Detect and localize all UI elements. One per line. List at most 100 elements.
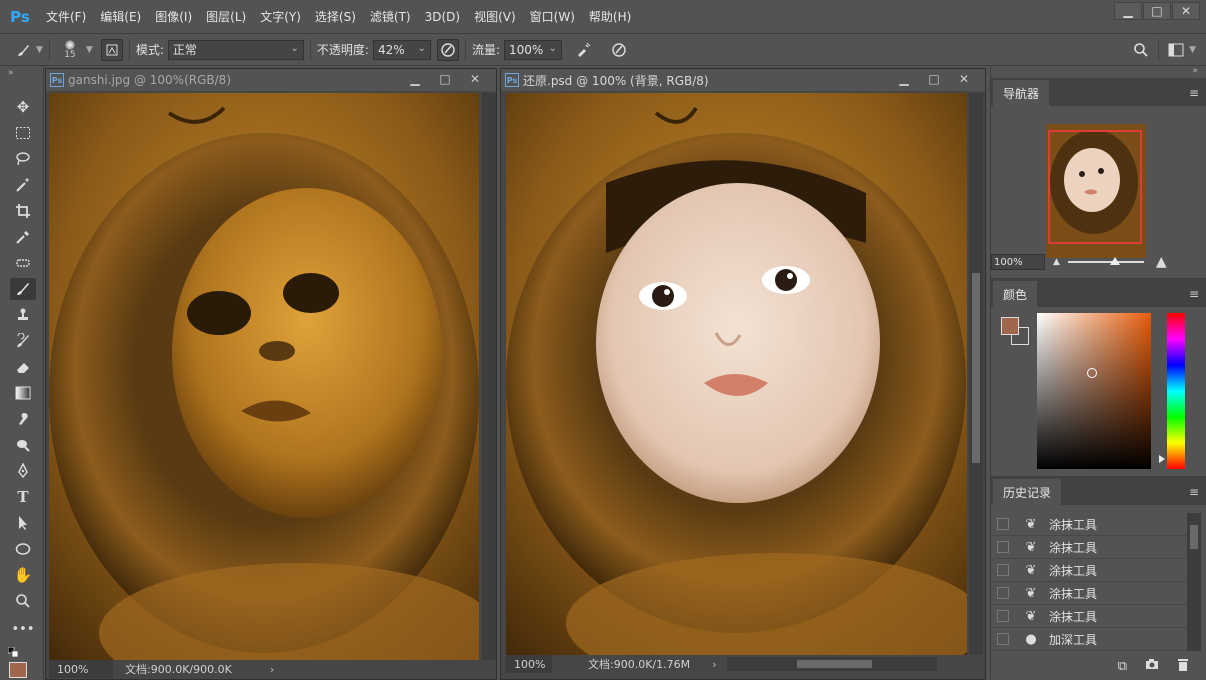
history-brush-icon[interactable] <box>10 330 36 352</box>
pressure-opacity-icon[interactable] <box>436 38 459 61</box>
history-item[interactable]: ❦ 涂抹工具 <box>991 536 1187 559</box>
minimize-document-button[interactable]: ▁ <box>400 71 430 87</box>
document-canvas[interactable] <box>506 93 967 655</box>
history-snapshot-checkbox[interactable] <box>997 518 1009 530</box>
magic-wand-icon[interactable] <box>10 174 36 196</box>
document-titlebar[interactable]: Ps ganshi.jpg @ 100%(RGB/8) ▁ □ ✕ <box>46 69 496 91</box>
eyedropper-icon[interactable] <box>10 226 36 248</box>
close-document-button[interactable]: ✕ <box>949 71 979 87</box>
close-document-button[interactable]: ✕ <box>460 71 490 87</box>
navigator-zoom-input[interactable]: 100% <box>991 254 1045 270</box>
menu-window[interactable]: 窗口(W) <box>523 8 582 25</box>
close-button[interactable]: ✕ <box>1172 2 1200 20</box>
new-document-from-state-icon[interactable]: ⧉ <box>1118 659 1127 674</box>
document-scrollbar[interactable] <box>482 93 496 661</box>
maximize-button[interactable]: □ <box>1143 2 1171 20</box>
color-picker-cursor[interactable] <box>1087 368 1097 378</box>
move-tool-icon[interactable]: ✥ <box>10 96 36 118</box>
type-tool-icon[interactable]: T <box>10 486 36 508</box>
menu-select[interactable]: 选择(S) <box>308 8 363 25</box>
minimize-button[interactable]: ▁ <box>1114 2 1142 20</box>
brush-panel-toggle-icon[interactable] <box>100 38 123 61</box>
zoom-level[interactable]: 100% <box>49 660 113 678</box>
history-item[interactable]: ❦ 涂抹工具 <box>991 605 1187 628</box>
default-colors-icon[interactable] <box>7 646 19 658</box>
toolbar-collapse-icon[interactable]: » <box>8 68 14 78</box>
brush-tool-preset-icon[interactable] <box>12 39 34 61</box>
tab-history[interactable]: 历史记录 <box>993 479 1062 505</box>
path-selection-icon[interactable] <box>10 512 36 534</box>
workspace-switcher-icon[interactable] <box>1165 39 1187 61</box>
history-snapshot-checkbox[interactable] <box>997 587 1009 599</box>
slider-handle[interactable] <box>1109 257 1120 265</box>
document-canvas[interactable] <box>49 93 479 661</box>
history-snapshot-checkbox[interactable] <box>997 564 1009 576</box>
eraser-icon[interactable] <box>10 356 36 378</box>
history-item[interactable]: ● 加深工具 <box>991 628 1187 651</box>
camera-snapshot-icon[interactable] <box>1145 658 1159 674</box>
healing-brush-icon[interactable] <box>10 252 36 274</box>
search-icon[interactable] <box>1130 39 1152 61</box>
status-menu-icon[interactable]: › <box>712 658 716 671</box>
scrollbar-thumb[interactable] <box>1190 525 1198 549</box>
minimize-document-button[interactable]: ▁ <box>889 71 919 87</box>
pressure-size-icon[interactable] <box>608 39 630 61</box>
menu-edit[interactable]: 编辑(E) <box>93 8 148 25</box>
brush-preset-picker[interactable]: 15 <box>56 36 84 64</box>
more-tools-icon[interactable]: ••• <box>10 618 36 640</box>
document-titlebar[interactable]: Ps 还原.psd @ 100% (背景, RGB/8) ▁ □ ✕ <box>501 69 985 91</box>
marquee-tool-icon[interactable] <box>10 122 36 144</box>
flow-input[interactable]: 100% ⌄ <box>503 39 562 60</box>
smudge-tool-icon[interactable] <box>10 408 36 430</box>
hand-tool-icon[interactable]: ✋ <box>10 564 36 586</box>
zoom-level[interactable]: 100% <box>506 655 552 673</box>
mode-select[interactable]: 正常 ⌄ <box>167 39 304 60</box>
panel-menu-icon[interactable]: ≡ <box>1189 86 1199 100</box>
burn-tool-icon[interactable] <box>10 434 36 456</box>
history-snapshot-checkbox[interactable] <box>997 541 1009 553</box>
panel-menu-icon[interactable]: ≡ <box>1189 287 1199 301</box>
zoom-in-icon[interactable]: ▲ <box>1156 254 1167 270</box>
trash-icon[interactable] <box>1177 658 1189 675</box>
scrollbar-thumb[interactable] <box>972 273 980 463</box>
menu-file[interactable]: 文件(F) <box>39 8 93 25</box>
airbrush-icon[interactable] <box>572 39 594 61</box>
status-menu-icon[interactable]: › <box>270 663 274 676</box>
ellipse-tool-icon[interactable] <box>10 538 36 560</box>
navigator-thumbnail[interactable] <box>1046 124 1146 258</box>
lasso-tool-icon[interactable] <box>10 148 36 170</box>
history-scrollbar[interactable] <box>1187 513 1201 651</box>
history-snapshot-checkbox[interactable] <box>997 610 1009 622</box>
menu-type[interactable]: 文字(Y) <box>253 8 308 25</box>
hue-slider[interactable] <box>1159 313 1185 469</box>
document-scrollbar[interactable] <box>969 93 983 655</box>
crop-tool-icon[interactable] <box>10 200 36 222</box>
hue-slider-handle[interactable] <box>1159 455 1165 463</box>
clone-stamp-icon[interactable] <box>10 304 36 326</box>
panel-menu-icon[interactable]: ≡ <box>1189 485 1199 499</box>
menu-filter[interactable]: 滤镜(T) <box>363 8 418 25</box>
history-item[interactable]: ❦ 涂抹工具 <box>991 513 1187 536</box>
history-item[interactable]: ❦ 涂抹工具 <box>991 559 1187 582</box>
zoom-tool-icon[interactable] <box>10 590 36 612</box>
brush-tool-icon[interactable] <box>10 278 36 300</box>
maximize-document-button[interactable]: □ <box>430 71 460 87</box>
menu-help[interactable]: 帮助(H) <box>582 8 638 25</box>
foreground-swatch[interactable] <box>1001 317 1019 335</box>
zoom-out-icon[interactable]: ▲ <box>1053 257 1060 267</box>
opacity-input[interactable]: 42% ⌄ <box>372 39 431 60</box>
scrollbar-thumb[interactable] <box>796 660 872 668</box>
history-snapshot-checkbox[interactable] <box>997 633 1009 645</box>
history-item[interactable]: ❦ 涂抹工具 <box>991 582 1187 605</box>
navigator-zoom-slider[interactable] <box>1067 257 1144 265</box>
menu-image[interactable]: 图像(I) <box>148 8 199 25</box>
menu-layer[interactable]: 图层(L) <box>199 8 253 25</box>
gradient-tool-icon[interactable] <box>10 382 36 404</box>
tab-color[interactable]: 颜色 <box>993 281 1038 307</box>
tab-navigator[interactable]: 导航器 <box>993 80 1050 106</box>
foreground-color-swatch[interactable] <box>9 662 27 678</box>
menu-view[interactable]: 视图(V) <box>467 8 523 25</box>
horizontal-scrollbar[interactable] <box>726 657 937 671</box>
maximize-document-button[interactable]: □ <box>919 71 949 87</box>
navigator-view-box[interactable] <box>1048 130 1142 244</box>
